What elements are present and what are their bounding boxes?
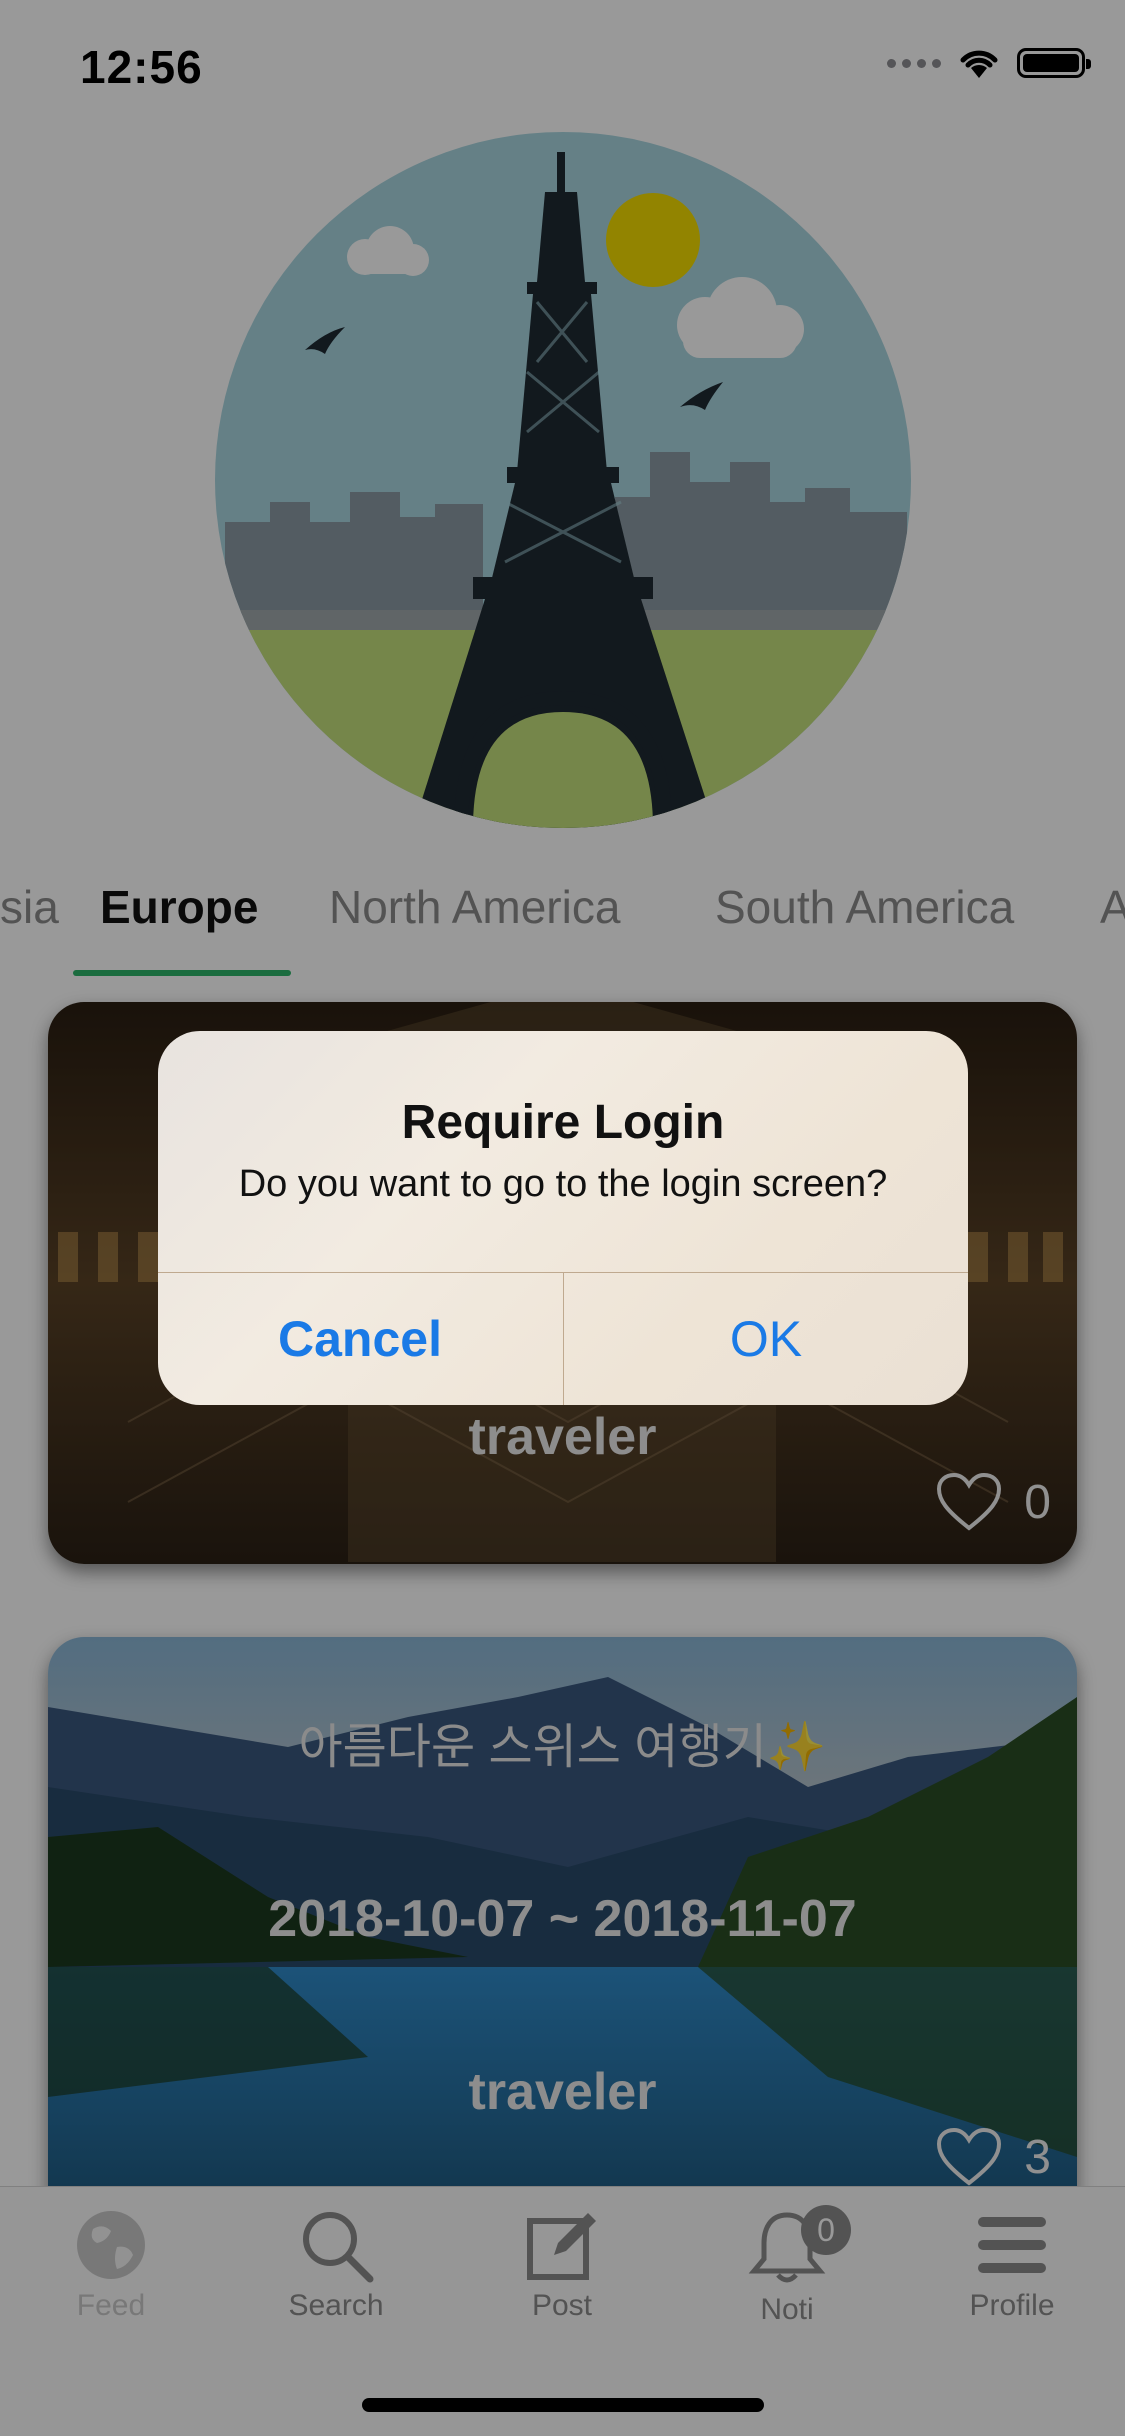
- alert-message: Do you want to go to the login screen?: [238, 1163, 888, 1205]
- home-indicator: [362, 2398, 764, 2412]
- login-alert-dialog: Require Login Do you want to go to the l…: [158, 1031, 968, 1405]
- ok-button[interactable]: OK: [564, 1273, 968, 1405]
- app-screen: 12:56 sia Europe North America South Ame…: [0, 0, 1125, 2436]
- alert-title: Require Login: [401, 1096, 725, 1149]
- cancel-button[interactable]: Cancel: [158, 1273, 562, 1405]
